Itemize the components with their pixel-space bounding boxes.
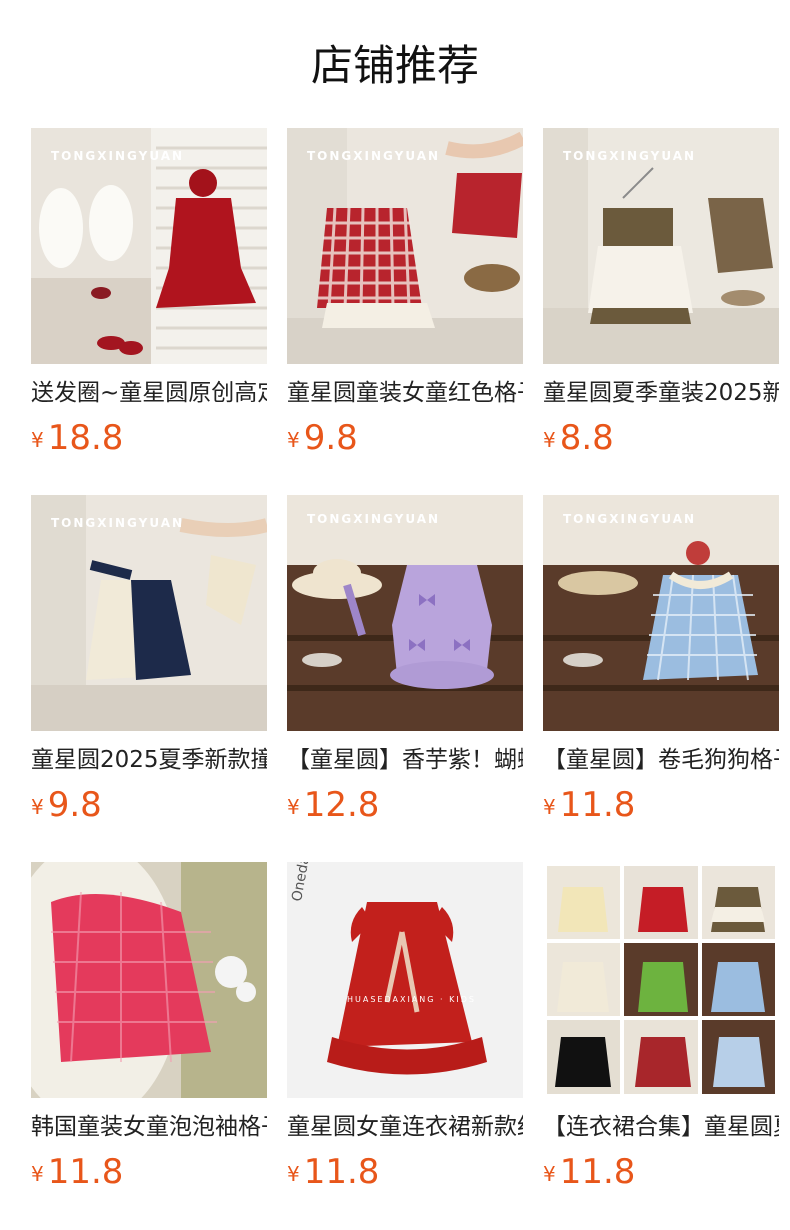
price-amount: 18.8 — [47, 418, 124, 458]
image-brand-watermark: TONGXINGYUAN — [307, 512, 440, 526]
currency-symbol: ¥ — [287, 795, 300, 819]
product-name[interactable]: 送发圈~童星圆原创高定小红裙 — [31, 376, 267, 410]
currency-symbol: ¥ — [287, 428, 300, 452]
page-title: 店铺推荐 — [310, 41, 479, 90]
product-price: ¥11.8 — [543, 783, 635, 827]
product-card[interactable]: TONGXINGYUAN 童星圆童装女童红色格子吊带裙 ¥9.8 — [287, 128, 523, 458]
product-card[interactable]: 【连衣裙合集】童星圆夏季 ¥11.8 — [543, 862, 779, 1192]
currency-symbol: ¥ — [287, 1162, 300, 1186]
product-card[interactable]: Oneday HUASEDAXIANG · KIDS 童星圆女童连衣裙新款红色 … — [287, 862, 523, 1192]
product-card[interactable]: 韩国童装女童泡泡袖格子连衣裙 ¥11.8 — [31, 862, 267, 1192]
currency-symbol: ¥ — [543, 428, 556, 452]
product-image[interactable] — [543, 862, 779, 1098]
product-name[interactable]: 韩国童装女童泡泡袖格子连衣裙 — [31, 1110, 267, 1144]
image-sub-watermark: HUASEDAXIANG · KIDS — [347, 995, 476, 1004]
currency-symbol: ¥ — [543, 795, 556, 819]
product-price: ¥9.8 — [287, 416, 358, 460]
product-image[interactable] — [31, 862, 267, 1098]
price-amount: 11.8 — [303, 1152, 380, 1192]
image-brand-watermark: TONGXINGYUAN — [307, 149, 440, 163]
currency-symbol: ¥ — [543, 1162, 556, 1186]
price-amount: 11.8 — [559, 1152, 636, 1192]
product-name[interactable]: 【连衣裙合集】童星圆夏季 — [543, 1110, 779, 1144]
product-name[interactable]: 童星圆夏季童装2025新款蕾丝吊带裙 — [543, 376, 779, 410]
product-price: ¥11.8 — [287, 1150, 379, 1194]
image-brand-watermark: TONGXINGYUAN — [563, 512, 696, 526]
product-name[interactable]: 童星圆童装女童红色格子吊带裙 — [287, 376, 523, 410]
price-amount: 11.8 — [47, 1152, 124, 1192]
product-price: ¥8.8 — [543, 416, 614, 460]
product-price: ¥11.8 — [31, 1150, 123, 1194]
product-price: ¥12.8 — [287, 783, 379, 827]
currency-symbol: ¥ — [31, 428, 44, 452]
product-image[interactable]: TONGXINGYUAN — [543, 128, 779, 364]
price-amount: 9.8 — [303, 418, 358, 458]
product-image[interactable]: TONGXINGYUAN — [543, 495, 779, 731]
product-name[interactable]: 童星圆女童连衣裙新款红色 — [287, 1110, 523, 1144]
product-card[interactable]: TONGXINGYUAN 【童星圆】香芋紫！蝴蝶结连衣裙 ¥12.8 — [287, 495, 523, 825]
product-image[interactable]: TONGXINGYUAN — [31, 495, 267, 731]
price-amount: 11.8 — [559, 785, 636, 825]
price-amount: 9.8 — [47, 785, 102, 825]
product-name[interactable]: 【童星圆】香芋紫！蝴蝶结连衣裙 — [287, 743, 523, 777]
image-brand-watermark: TONGXINGYUAN — [51, 516, 184, 530]
product-card[interactable]: TONGXINGYUAN 【童星圆】卷毛狗狗格子连衣裙 ¥11.8 — [543, 495, 779, 825]
product-card[interactable]: TONGXINGYUAN 送发圈~童星圆原创高定小红裙 ¥18.8 — [31, 128, 267, 458]
product-price: ¥9.8 — [31, 783, 102, 827]
product-card[interactable]: TONGXINGYUAN 童星圆夏季童装2025新款蕾丝吊带裙 ¥8.8 — [543, 128, 779, 458]
price-amount: 12.8 — [303, 785, 380, 825]
product-image[interactable]: TONGXINGYUAN — [287, 495, 523, 731]
product-image[interactable]: TONGXINGYUAN — [287, 128, 523, 364]
image-brand-watermark: TONGXINGYUAN — [563, 149, 696, 163]
currency-symbol: ¥ — [31, 795, 44, 819]
product-price: ¥18.8 — [31, 416, 123, 460]
image-brand-watermark: TONGXINGYUAN — [51, 149, 184, 163]
product-price: ¥11.8 — [543, 1150, 635, 1194]
product-card[interactable]: TONGXINGYUAN 童星圆2025夏季新款撞色连衣裙 ¥9.8 — [31, 495, 267, 825]
price-amount: 8.8 — [559, 418, 614, 458]
product-name[interactable]: 童星圆2025夏季新款撞色连衣裙 — [31, 743, 267, 777]
currency-symbol: ¥ — [31, 1162, 44, 1186]
product-image[interactable]: TONGXINGYUAN — [31, 128, 267, 364]
product-name[interactable]: 【童星圆】卷毛狗狗格子连衣裙 — [543, 743, 779, 777]
product-image[interactable]: Oneday HUASEDAXIANG · KIDS — [287, 862, 523, 1098]
